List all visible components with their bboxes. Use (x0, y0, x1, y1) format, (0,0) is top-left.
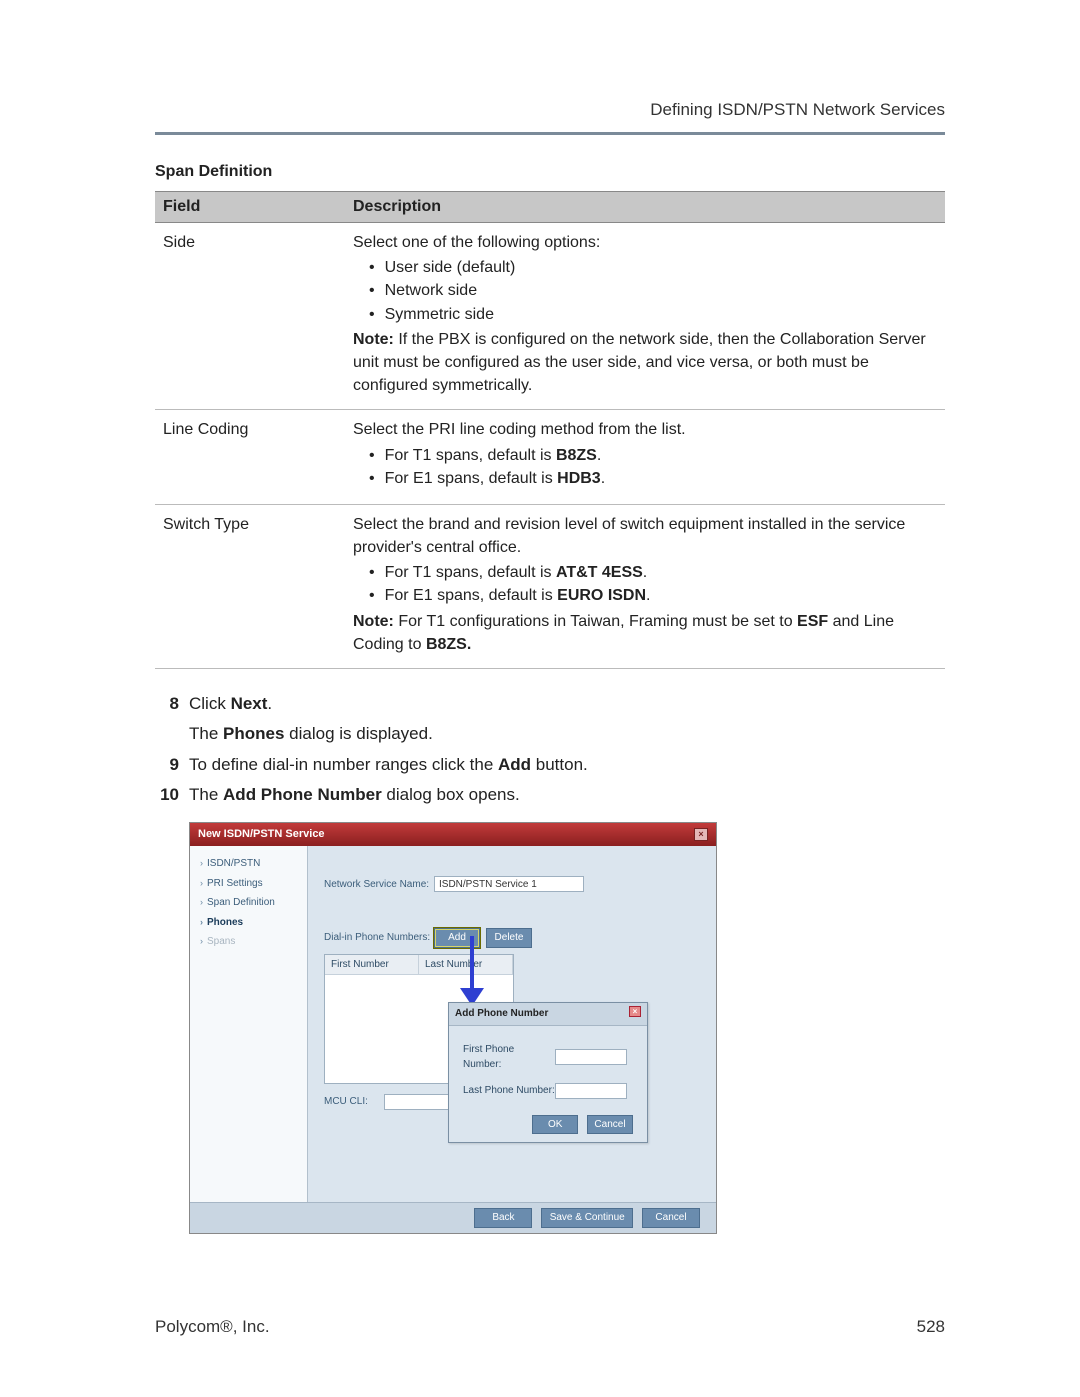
dialin-label: Dial-in Phone Numbers: (324, 930, 434, 946)
chevron-right-icon: › (200, 897, 203, 907)
list-item: For T1 spans, default is B8ZS. (369, 444, 937, 467)
note-text: If the PBX is configured on the network … (353, 331, 926, 394)
isdn-service-dialog: New ISDN/PSTN Service × ›ISDN/PSTN ›PRI … (189, 822, 717, 1234)
first-phone-label: First Phone Number: (463, 1042, 555, 1073)
cell-field: Switch Type (155, 504, 345, 668)
dialog-title: New ISDN/PSTN Service (198, 826, 325, 843)
footer-company: Polycom®, Inc. (155, 1317, 270, 1337)
sidebar-item-spans: ›Spans (194, 932, 303, 952)
step-subtext: The Phones dialog is displayed. (189, 721, 945, 747)
list-item: Network side (369, 279, 937, 302)
dialog-titlebar: New ISDN/PSTN Service × (190, 823, 716, 846)
list-item: For E1 spans, default is HDB3. (369, 467, 937, 490)
cell-desc: Select the PRI line coding method from t… (345, 410, 945, 505)
table-caption: Span Definition (155, 163, 945, 181)
cell-desc: Select the brand and revision level of s… (345, 504, 945, 668)
list-item: For E1 spans, default is EURO ISDN. (369, 584, 937, 607)
cell-field: Line Coding (155, 410, 345, 505)
close-icon[interactable]: × (694, 828, 708, 841)
ok-button[interactable]: OK (532, 1115, 578, 1135)
table-row: Side Select one of the following options… (155, 223, 945, 410)
row-intro: Select the PRI line coding method from t… (353, 421, 686, 438)
add-phone-number-popup: Add Phone Number × First Phone Number: L… (448, 1002, 648, 1143)
dialog-footer: Back Save & Continue Cancel (190, 1202, 716, 1233)
col-last-number: Last Number (419, 955, 513, 975)
list-item: Symmetric side (369, 303, 937, 326)
step-number: 10 (155, 782, 189, 808)
header-rule (155, 132, 945, 135)
step-body: To define dial-in number ranges click th… (189, 752, 945, 778)
last-phone-input[interactable] (555, 1083, 627, 1099)
row-intro: Select the brand and revision level of s… (353, 516, 905, 556)
save-continue-button[interactable]: Save & Continue (541, 1208, 633, 1228)
list-item: For T1 spans, default is AT&T 4ESS. (369, 561, 937, 584)
step-body: Click Next. (189, 691, 945, 717)
list-item: User side (default) (369, 256, 937, 279)
sidebar-item-phones[interactable]: ›Phones (194, 913, 303, 933)
nsn-label: Network Service Name: (324, 877, 434, 893)
footer-page-number: 528 (917, 1317, 945, 1337)
note-label: Note: (353, 331, 394, 348)
col-first-number: First Number (325, 955, 419, 975)
back-button[interactable]: Back (474, 1208, 532, 1228)
cell-desc: Select one of the following options: Use… (345, 223, 945, 410)
step-body: The Add Phone Number dialog box opens. (189, 782, 945, 808)
mcu-cli-label: MCU CLI: (324, 1094, 384, 1110)
delete-button[interactable]: Delete (486, 928, 532, 948)
sidebar-item-pri[interactable]: ›PRI Settings (194, 874, 303, 894)
step-number: 9 (155, 752, 189, 778)
sidebar-item-span[interactable]: ›Span Definition (194, 893, 303, 913)
chevron-right-icon: › (200, 858, 203, 868)
steps-list: 8 Click Next. The Phones dialog is displ… (155, 691, 945, 1234)
last-phone-label: Last Phone Number: (463, 1083, 555, 1099)
table-row: Line Coding Select the PRI line coding m… (155, 410, 945, 505)
span-definition-table: Field Description Side Select one of the… (155, 191, 945, 669)
sidebar-item-isdn[interactable]: ›ISDN/PSTN (194, 854, 303, 874)
row-intro: Select one of the following options: (353, 234, 600, 251)
chevron-right-icon: › (200, 878, 203, 888)
dialog-sidebar: ›ISDN/PSTN ›PRI Settings ›Span Definitio… (190, 846, 308, 1202)
col-header-field: Field (155, 192, 345, 223)
step-number: 8 (155, 691, 189, 717)
col-header-description: Description (345, 192, 945, 223)
popup-title: Add Phone Number (455, 1006, 548, 1022)
note-text: For T1 configurations in Taiwan, Framing… (394, 613, 797, 630)
cancel-button[interactable]: Cancel (587, 1115, 633, 1135)
first-phone-input[interactable] (555, 1049, 627, 1065)
note-label: Note: (353, 613, 394, 630)
chevron-right-icon: › (200, 936, 203, 946)
dialog-main: Network Service Name: Dial-in Phone Numb… (308, 846, 716, 1202)
chevron-right-icon: › (200, 917, 203, 927)
close-icon[interactable]: × (629, 1006, 641, 1017)
network-service-name-input[interactable] (434, 876, 584, 892)
cancel-button[interactable]: Cancel (642, 1208, 700, 1228)
page-header-title: Defining ISDN/PSTN Network Services (155, 100, 945, 132)
cell-field: Side (155, 223, 345, 410)
table-row: Switch Type Select the brand and revisio… (155, 504, 945, 668)
arrow-annotation (470, 936, 474, 992)
